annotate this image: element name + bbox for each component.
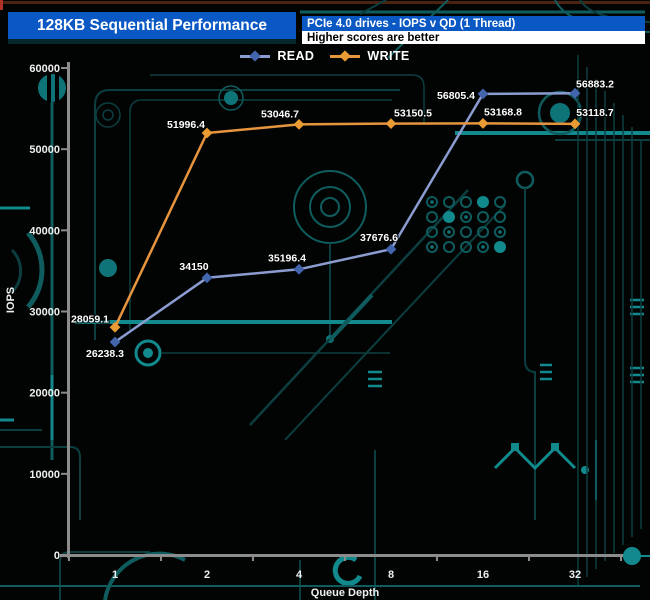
y-tick-label: 60000 xyxy=(29,63,60,75)
title-bar-shadow xyxy=(8,39,296,44)
read-data-point-marker xyxy=(385,243,397,255)
read-data-point-label: 56883.2 xyxy=(576,78,614,90)
legend-item-write: WRITE xyxy=(330,49,409,63)
write-data-point-label: 53118.7 xyxy=(576,107,614,119)
y-tick-label: 50000 xyxy=(29,144,60,156)
y-tick-label: 20000 xyxy=(29,388,60,400)
y-tick-label: 40000 xyxy=(29,225,60,237)
write-data-point-label: 51996.4 xyxy=(167,119,205,131)
chart-subtitle-bar: PCIe 4.0 drives - IOPS v QD (1 Thread) xyxy=(302,16,645,31)
write-data-point-label: 53168.8 xyxy=(484,106,522,118)
chart-screenshot: 0 10000 20000 30000 40000 50000 60000 1 2 4 8 16 32 Q… xyxy=(0,0,650,600)
read-series-swatch-icon xyxy=(240,49,271,62)
legend-label-write: WRITE xyxy=(367,49,410,63)
write-data-point-marker xyxy=(477,118,489,129)
write-data-point-label: 53046.7 xyxy=(261,108,299,120)
x-tick-label: 8 xyxy=(388,569,394,581)
x-axis-title: Queue Depth xyxy=(311,587,380,599)
chart-note-bar: Higher scores are better xyxy=(302,31,645,44)
write-diamond-marker-icon xyxy=(339,49,352,62)
read-data-point-label: 34150 xyxy=(179,261,208,273)
chart-title-bar: 128KB Sequential Performance xyxy=(8,12,296,39)
legend-label-read: READ xyxy=(277,49,315,63)
write-data-point-marker xyxy=(293,119,305,130)
write-data-point-marker xyxy=(569,118,581,130)
chart-legend: READ WRITE xyxy=(0,49,650,63)
y-tick-label: 10000 xyxy=(29,469,60,481)
write-data-point-marker xyxy=(109,321,121,333)
read-data-point-marker xyxy=(293,263,305,275)
read-data-point-label: 56805.4 xyxy=(437,90,475,102)
y-axis-title: IOPS xyxy=(5,287,17,313)
x-tick-label: 32 xyxy=(569,569,581,581)
read-data-point-label: 35196.4 xyxy=(268,252,306,264)
chart-subheader: PCIe 4.0 drives - IOPS v QD (1 Thread) H… xyxy=(302,16,645,44)
write-series-swatch-icon xyxy=(330,49,361,62)
chart-title: 128KB Sequential Performance xyxy=(36,16,267,34)
write-data-point-label: 53150.5 xyxy=(394,108,432,120)
write-series-line xyxy=(113,122,576,328)
chart-note: Higher scores are better xyxy=(307,31,440,44)
y-tick-label: 0 xyxy=(54,550,60,562)
x-tick-label: 2 xyxy=(204,569,210,581)
x-tick-label: 4 xyxy=(296,569,303,581)
axis-end-via xyxy=(623,547,641,565)
read-data-point-label: 37676.6 xyxy=(360,232,398,244)
read-data-point-marker xyxy=(477,88,489,100)
chart-subtitle: PCIe 4.0 drives - IOPS v QD (1 Thread) xyxy=(307,17,516,30)
write-data-point-marker xyxy=(385,118,397,129)
x-tick-label: 1 xyxy=(112,569,118,581)
read-diamond-marker-icon xyxy=(249,49,262,62)
y-tick-label: 30000 xyxy=(29,307,60,319)
legend-item-read: READ xyxy=(240,49,314,63)
performance-line-chart: 0 10000 20000 30000 40000 50000 60000 1 2 4 8 16 32 Q… xyxy=(5,62,641,599)
read-data-point-label: 26238.3 xyxy=(86,348,124,360)
write-data-point-label: 28059.1 xyxy=(71,313,109,325)
x-tick-label: 16 xyxy=(477,569,489,581)
